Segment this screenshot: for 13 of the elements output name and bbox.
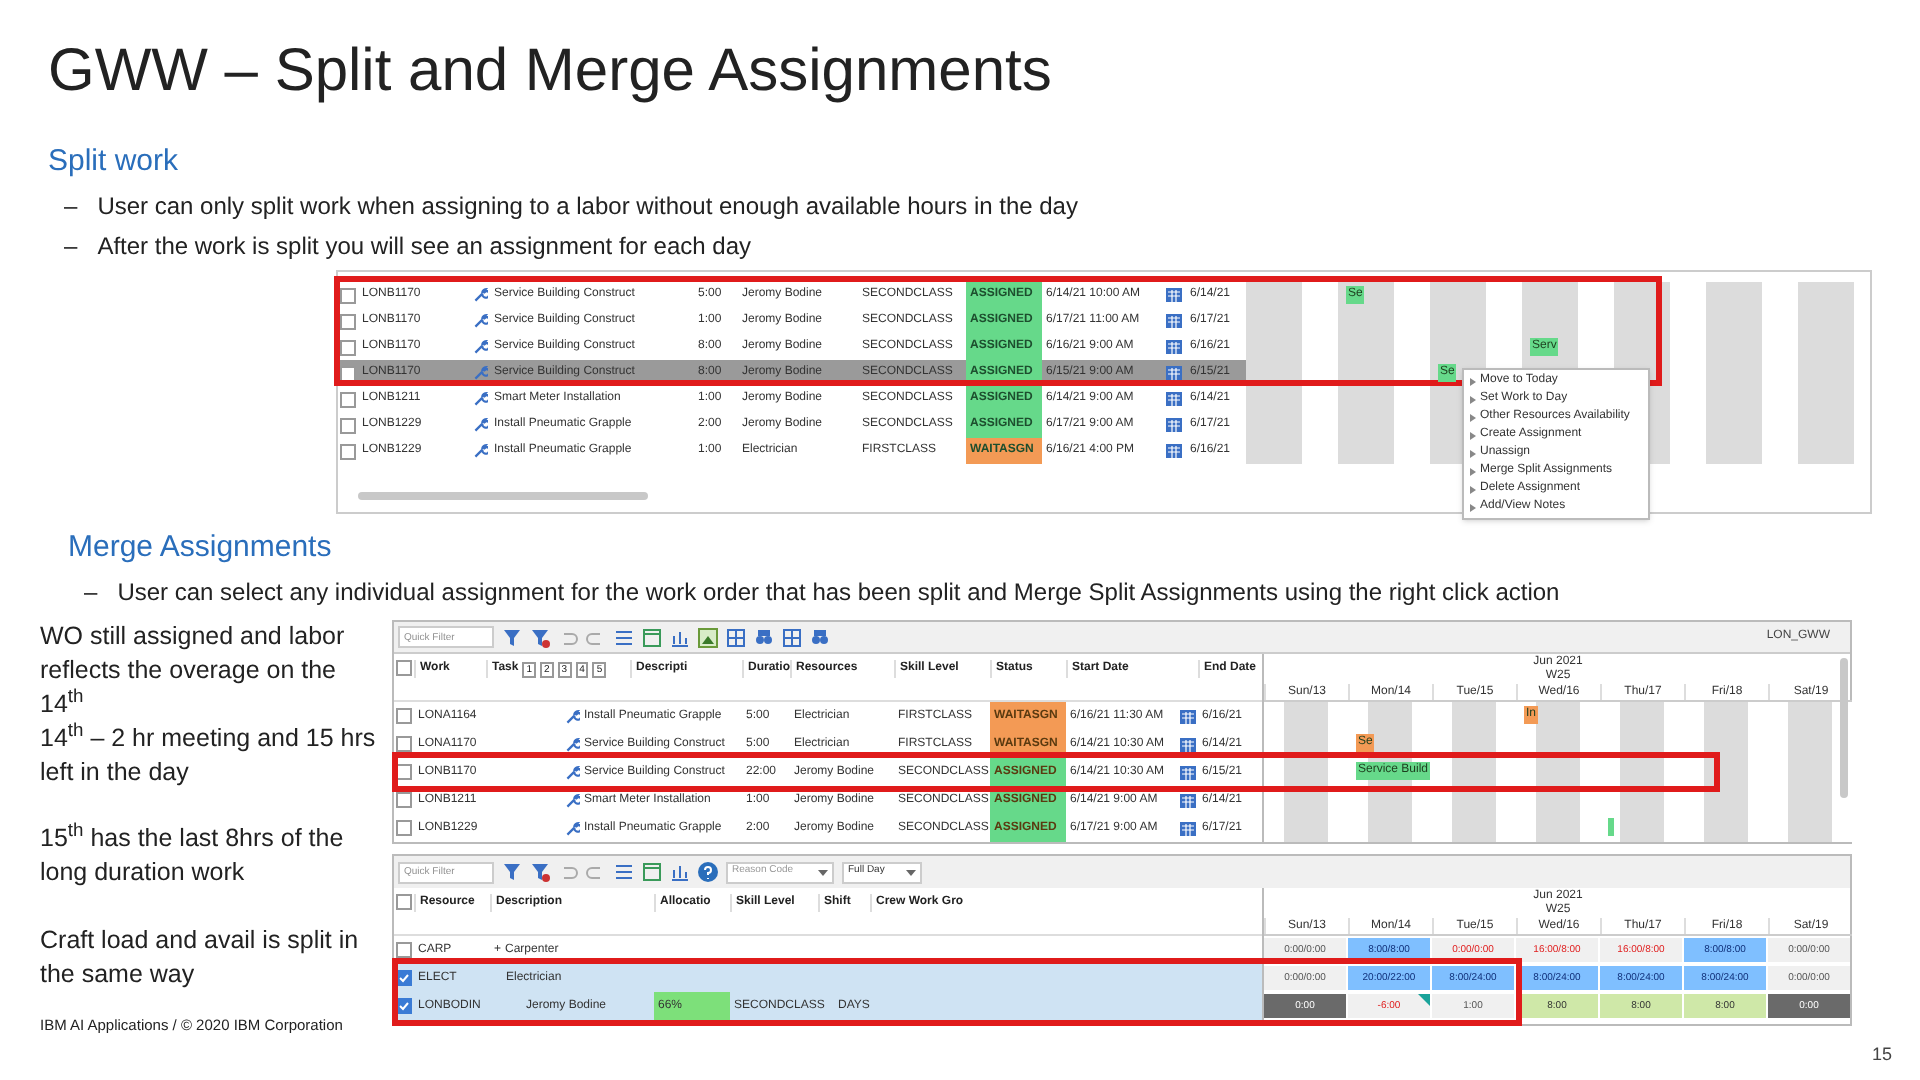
bullet-dash: –: [64, 190, 78, 224]
slide-title: GWW – Split and Merge Assignments: [48, 36, 1054, 108]
section-heading: Merge Assignments: [68, 530, 334, 566]
page-number: 15: [1871, 1041, 1892, 1067]
bullet-dash: –: [64, 230, 78, 264]
section-heading: Split work: [48, 144, 181, 180]
note-text: 14$^{th}$ – 2 hr meeting and 15 hrs left in the day: [40, 722, 378, 790]
bullet-text: After the work is split you will see an assignment for each day: [97, 230, 752, 264]
bullet-dash: –: [84, 576, 98, 610]
bullet-text: User can only split work when assigning to a labor without enough available hours in the day: [97, 190, 1078, 224]
bullet-text: User can select any individual assignment for the work order that has been split and Merge Split Assignments using the right click action: [117, 576, 1560, 610]
note-text: Craft load and avail is split in the same way: [40, 924, 361, 992]
note-text: 15$^{th}$ has the last 8hrs of the long duration work: [40, 822, 346, 890]
